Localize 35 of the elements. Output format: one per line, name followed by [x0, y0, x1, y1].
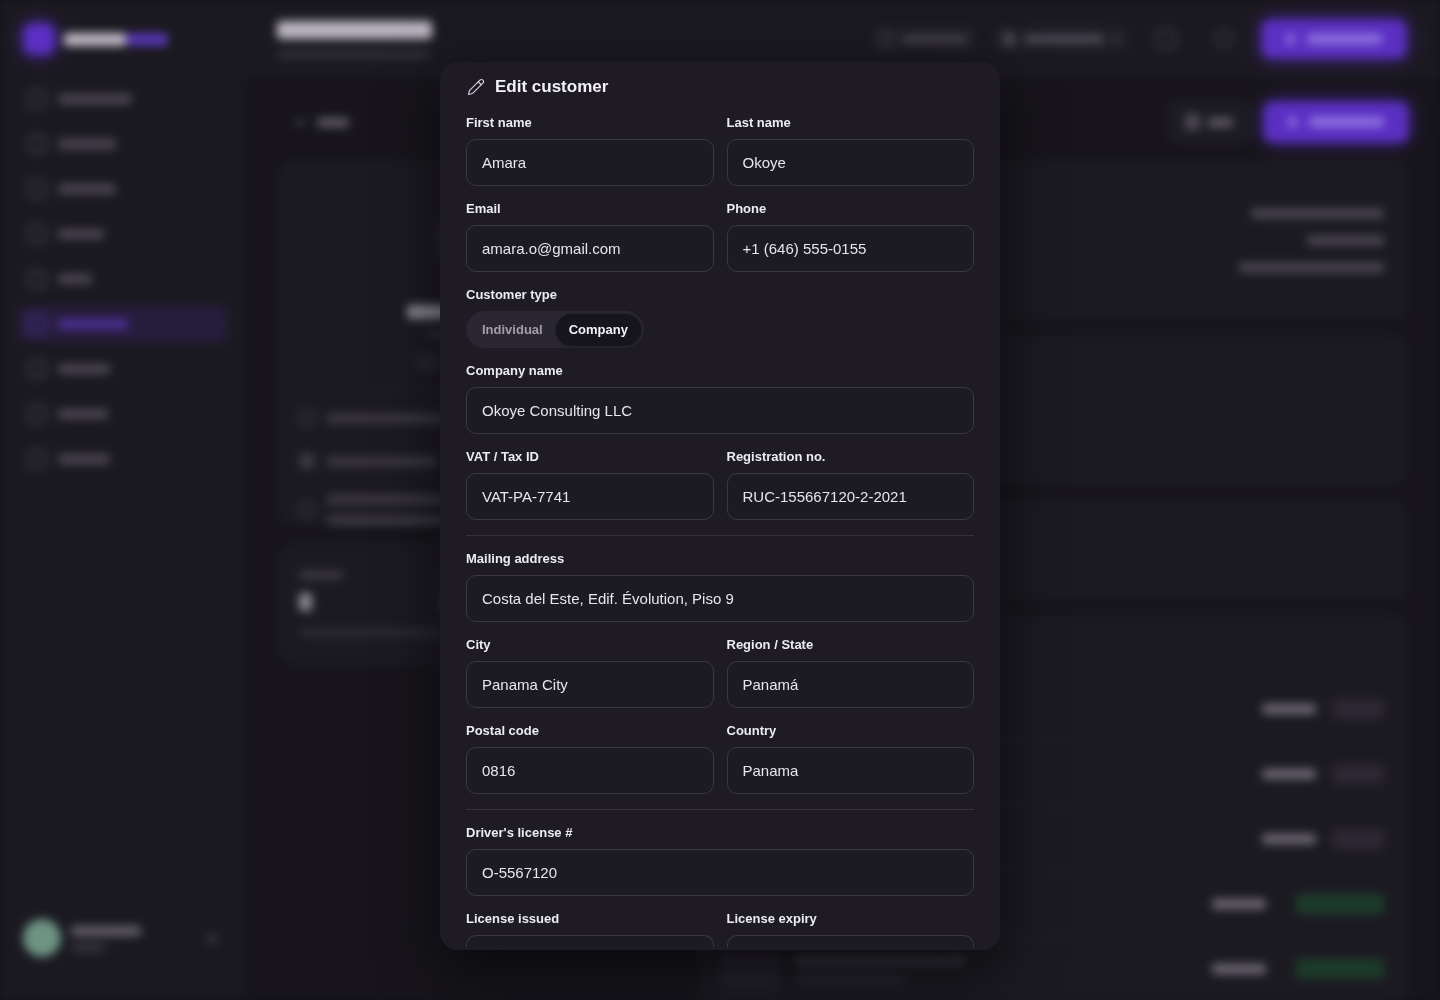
text-field[interactable]: Okoye — [726, 139, 974, 186]
field-label: Country — [726, 723, 778, 739]
text-field[interactable]: Panamá — [726, 661, 974, 708]
text-field[interactable]: Costa del Este, Edif. Évolution, Piso 9 — [466, 575, 974, 622]
field-label: License issued — [466, 911, 561, 927]
text-field[interactable]: Panama — [726, 747, 974, 794]
field-label: Region / State — [726, 637, 815, 653]
text-field[interactable]: Panama City — [466, 661, 714, 708]
text-field[interactable]: Okoye Consulting LLC — [466, 387, 974, 434]
field-label: First name — [466, 115, 533, 131]
text-field[interactable]: +1 (646) 555-0155 — [726, 225, 974, 272]
segment-option[interactable]: Company — [555, 314, 641, 345]
field-label: Phone — [726, 201, 768, 217]
text-field[interactable]: Amara — [466, 139, 714, 186]
field-label: Mailing address — [466, 551, 566, 567]
field-label: Registration no. — [726, 449, 827, 465]
text-field[interactable] — [466, 935, 714, 947]
field-label: City — [466, 637, 492, 653]
field-label: VAT / Tax ID — [466, 449, 540, 465]
field-label: Customer type — [466, 287, 559, 303]
text-field[interactable]: 0816 — [466, 747, 714, 794]
text-field[interactable]: VAT-PA-7741 — [466, 473, 714, 520]
field-label: Email — [466, 201, 502, 217]
segment-option[interactable]: Individual — [469, 314, 556, 345]
text-field[interactable]: amara.o@gmail.com — [466, 225, 714, 272]
dialog-title: Edit customer — [495, 76, 609, 98]
field-label: Last name — [726, 115, 792, 131]
field-label: Driver's license # — [466, 825, 574, 841]
field-label: License expiry — [726, 911, 818, 927]
pencil-icon — [467, 78, 485, 96]
field-label: Company name — [466, 363, 564, 379]
text-field[interactable]: RUC-155667120-2-2021 — [726, 473, 974, 520]
text-field[interactable] — [726, 935, 974, 947]
field-label: Postal code — [466, 723, 540, 739]
text-field[interactable]: O-5567120 — [466, 849, 974, 896]
